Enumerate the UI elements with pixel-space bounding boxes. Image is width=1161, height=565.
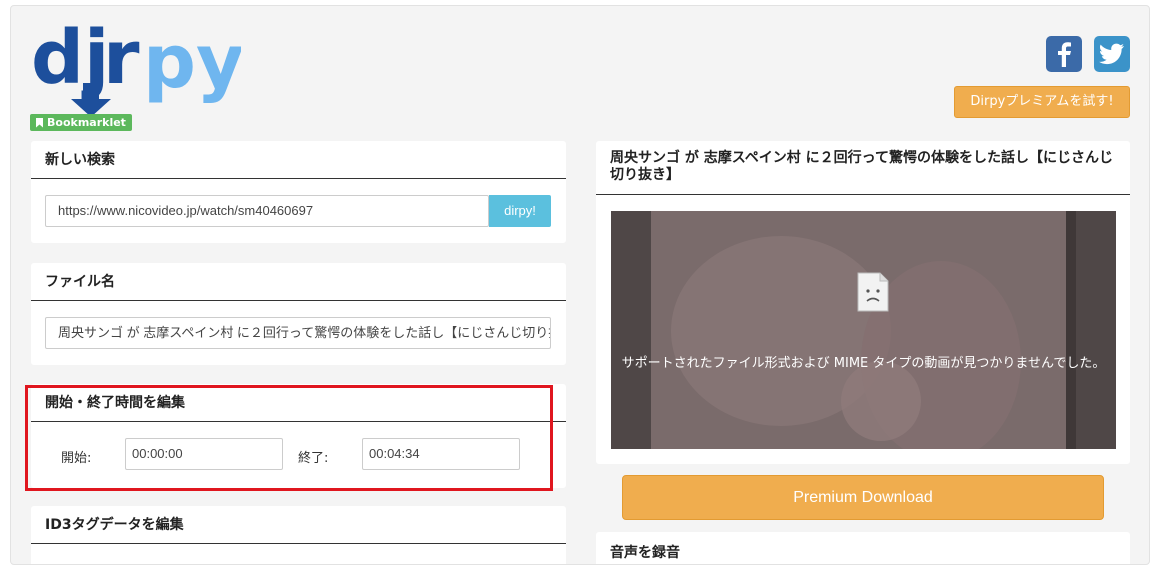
id3-panel-title: ID3タグデータを編集 — [31, 506, 566, 544]
page: dj r py Bookmarklet Dirpyプレミアムを試す! 新しい検索… — [10, 5, 1150, 565]
video-player[interactable]: サポートされたファイル形式および MIME タイプの動画が見つかりませんでした。 — [611, 211, 1116, 449]
highlight-box — [25, 385, 553, 491]
filename-panel-title: ファイル名 — [31, 263, 566, 301]
filename-panel: ファイル名 周央サンゴ が 志摩スペイン村 に２回行って驚愕の体験をした話し【に… — [31, 263, 566, 365]
logo-text-r: r — [103, 21, 140, 101]
dirpy-search-button[interactable]: dirpy! — [489, 195, 551, 227]
dirpy-premium-trial-button[interactable]: Dirpyプレミアムを試す! — [954, 86, 1130, 118]
id3-panel: ID3タグデータを編集 — [31, 506, 566, 564]
url-input[interactable]: https://www.nicovideo.jp/watch/sm4046069… — [45, 195, 489, 227]
search-panel: 新しい検索 https://www.nicovideo.jp/watch/sm4… — [31, 141, 566, 243]
twitter-icon — [1099, 43, 1124, 65]
filename-input[interactable]: 周央サンゴ が 志摩スペイン村 に２回行って驚愕の体験をした話し【にじさんじ切り… — [45, 317, 551, 349]
broken-file-icon — [857, 272, 889, 312]
video-thumbnail — [611, 211, 1116, 449]
audio-panel: 音声を録音 — [596, 532, 1130, 564]
bookmarklet-badge[interactable]: Bookmarklet — [30, 114, 132, 131]
bookmarklet-label: Bookmarklet — [47, 116, 126, 129]
bookmark-icon — [36, 117, 43, 128]
audio-panel-title: 音声を録音 — [610, 545, 680, 561]
premium-download-button[interactable]: Premium Download — [622, 475, 1104, 520]
facebook-button[interactable] — [1046, 36, 1082, 72]
video-error-message: サポートされたファイル形式および MIME タイプの動画が見つかりませんでした。 — [621, 356, 1106, 371]
search-panel-title: 新しい検索 — [31, 141, 566, 179]
facebook-icon — [1058, 42, 1071, 67]
logo-text-light: py — [143, 21, 241, 105]
video-title: 周央サンゴ が 志摩スペイン村 に２回行って驚愕の体験をした話し【にじさんじ切り… — [596, 141, 1130, 195]
twitter-button[interactable] — [1094, 36, 1130, 72]
